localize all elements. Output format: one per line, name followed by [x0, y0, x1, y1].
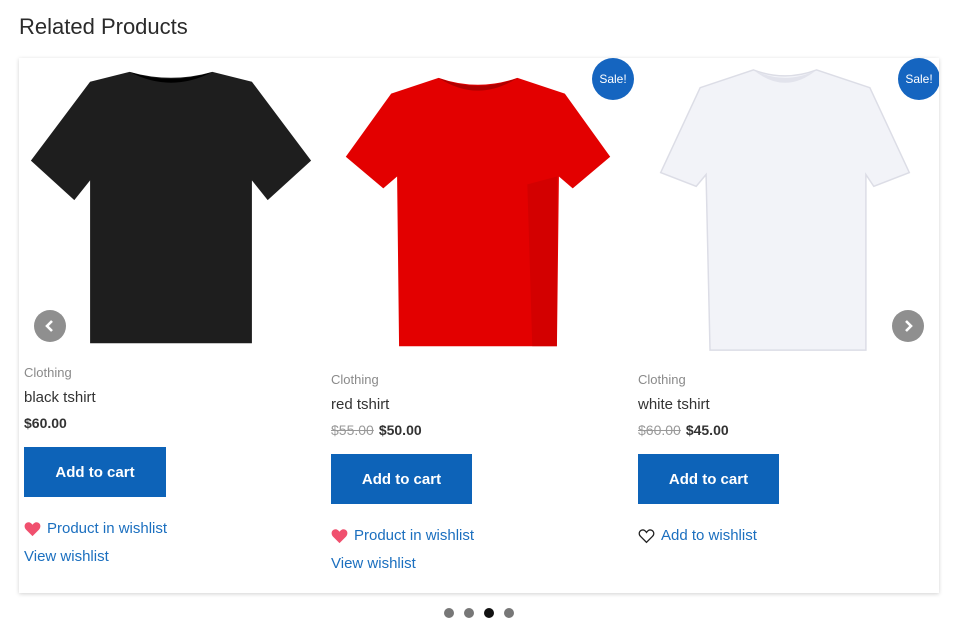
product-name[interactable]: white tshirt — [638, 396, 710, 413]
chevron-left-icon — [45, 320, 53, 332]
wishlist-link[interactable]: Add to wishlist — [638, 527, 757, 544]
wishlist-link[interactable]: Product in wishlist — [24, 520, 167, 537]
add-to-cart-button[interactable]: Add to cart — [331, 454, 472, 504]
product-card: Sale! Clothing red tshirt $55.00 $50.00 A… — [326, 58, 634, 593]
view-wishlist-link[interactable]: View wishlist — [331, 555, 416, 572]
wishlist-label: Product in wishlist — [47, 520, 168, 537]
sale-price: $45.00 — [685, 422, 729, 438]
section-title: Related Products — [19, 14, 188, 39]
carousel-dot-active[interactable] — [484, 608, 494, 618]
original-price: $60.00 — [638, 422, 681, 438]
product-category[interactable]: Clothing — [331, 372, 379, 387]
carousel-prev-button[interactable] — [34, 310, 66, 342]
wishlist-link[interactable]: Product in wishlist — [331, 527, 474, 544]
chevron-right-icon — [905, 320, 913, 332]
sale-badge: Sale! — [898, 58, 939, 100]
heart-filled-icon — [24, 521, 41, 536]
product-price: $60.00 — [24, 415, 67, 431]
carousel-dot[interactable] — [444, 608, 454, 618]
product-category[interactable]: Clothing — [24, 365, 72, 380]
product-category[interactable]: Clothing — [638, 372, 686, 387]
sale-badge: Sale! — [592, 58, 634, 100]
sale-price: $50.00 — [378, 422, 422, 438]
original-price: $55.00 — [331, 422, 374, 438]
view-wishlist-link[interactable]: View wishlist — [24, 548, 109, 565]
product-image-red-tshirt[interactable] — [330, 66, 626, 362]
product-name[interactable]: red tshirt — [331, 396, 389, 413]
wishlist-label: Product in wishlist — [354, 527, 475, 544]
product-image-black-tshirt[interactable] — [23, 62, 319, 358]
carousel-pagination — [444, 608, 514, 618]
add-to-cart-button[interactable]: Add to cart — [24, 447, 166, 497]
carousel-dot[interactable] — [464, 608, 474, 618]
product-card: Sale! Clothing white tshirt $60.00 $45.00… — [633, 58, 939, 593]
carousel-dot[interactable] — [504, 608, 514, 618]
add-to-cart-button[interactable]: Add to cart — [638, 454, 779, 504]
product-image-white-tshirt[interactable] — [637, 66, 933, 362]
product-carousel: Clothing black tshirt $60.00 Add to cart… — [19, 58, 939, 593]
product-price: $60.00 $45.00 — [638, 422, 729, 438]
wishlist-label: Add to wishlist — [661, 527, 757, 544]
product-name[interactable]: black tshirt — [24, 389, 96, 406]
heart-outline-icon — [638, 528, 655, 543]
heart-filled-icon — [331, 528, 348, 543]
current-price: $60.00 — [24, 415, 67, 431]
carousel-next-button[interactable] — [892, 310, 924, 342]
product-price: $55.00 $50.00 — [331, 422, 422, 438]
